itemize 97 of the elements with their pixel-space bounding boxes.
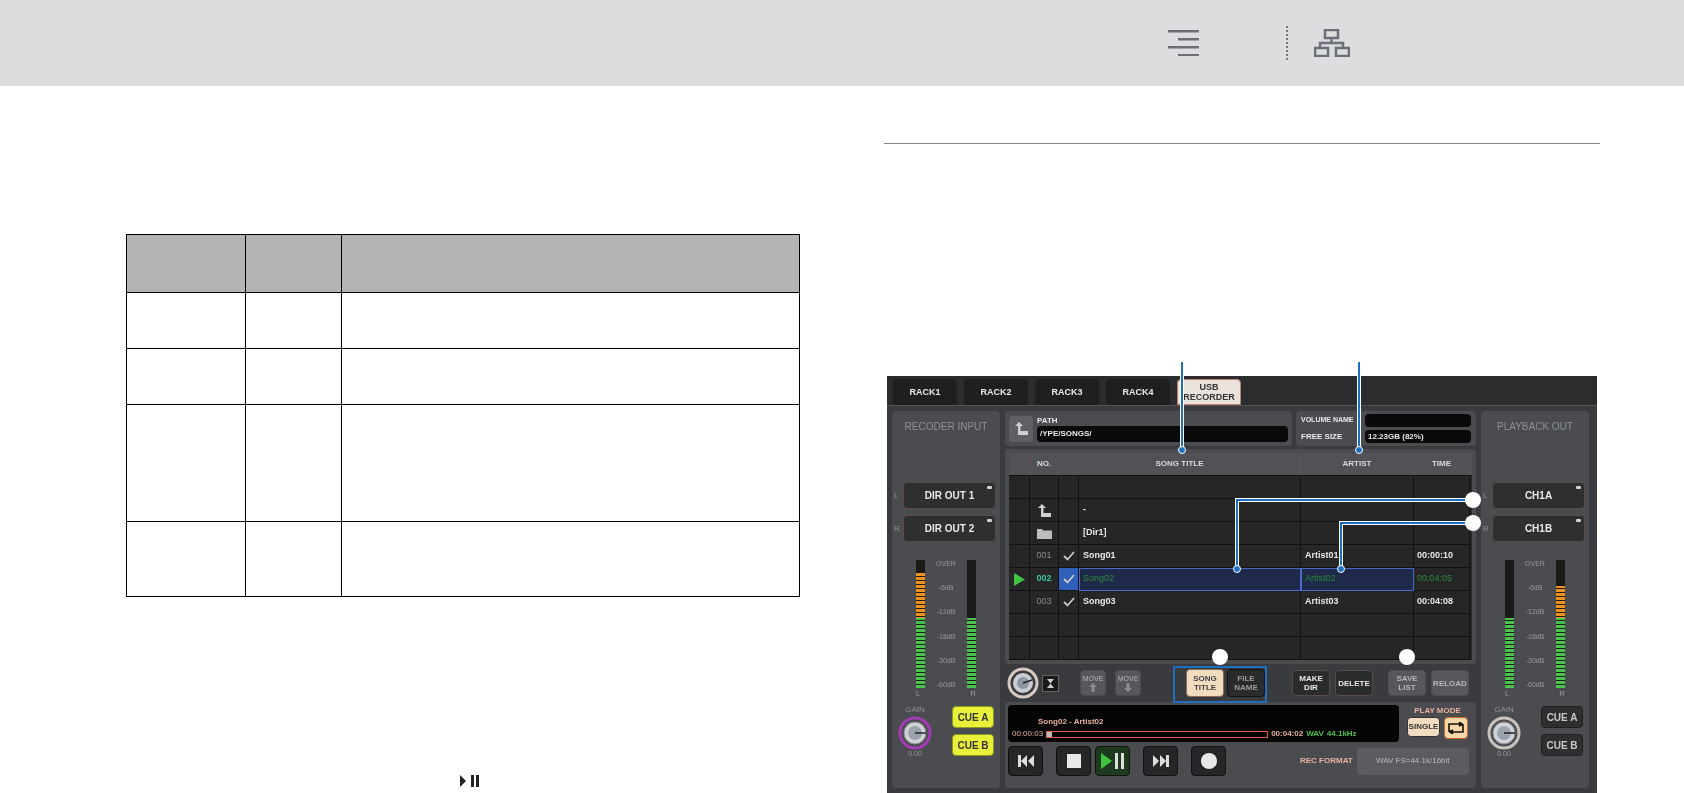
corner-mark-icon	[1576, 519, 1581, 522]
gain-label: GAIN	[1494, 704, 1514, 716]
list-row[interactable]: 001 Song01 Artist01 00:00:10	[1009, 545, 1472, 568]
path-field: /YPE/SONGS/	[1037, 425, 1288, 442]
table-cell: Artist01	[1305, 549, 1339, 563]
list-row[interactable]: [Dir1]	[1009, 522, 1472, 545]
output-button[interactable]: DIR OUT 2	[903, 515, 996, 542]
table-cell: Song02	[1083, 572, 1115, 586]
gain-label: GAIN	[905, 704, 925, 716]
gain-knob[interactable]	[1487, 716, 1521, 750]
transport-button[interactable]	[1143, 746, 1178, 776]
tab[interactable]: USB RECORDER	[1177, 379, 1241, 405]
play-pause-icon	[1100, 753, 1125, 769]
file-format: WAV	[1306, 728, 1324, 740]
list-row[interactable]: 002 Song02 Artist02 00:04:05	[1009, 568, 1472, 591]
table-cell: Artist03	[1305, 595, 1339, 609]
hourglass-button[interactable]	[1042, 674, 1059, 692]
play-mode-label: PLAY MODE	[1414, 705, 1461, 717]
table-cell: 00:04:08	[1417, 595, 1454, 609]
free-size-label: FREE SIZE	[1301, 430, 1344, 443]
up-arrow-icon	[1089, 682, 1097, 692]
column-header[interactable]: NO.	[1030, 453, 1059, 475]
tab[interactable]: RACK2	[964, 379, 1028, 405]
path-label: PATH	[1037, 415, 1059, 426]
free-size-field: 12.23GB (82%)	[1365, 430, 1471, 444]
tab[interactable]: RACK4	[1106, 379, 1170, 405]
transport-button[interactable]	[1191, 746, 1226, 776]
table-cell: 00:00:10	[1417, 549, 1454, 563]
panel-title: RECODER INPUT	[904, 420, 988, 434]
parent-folder-button[interactable]	[1009, 415, 1033, 442]
callout-marker	[1465, 515, 1481, 531]
table-cell: 002	[1036, 572, 1052, 586]
channel-label: R	[1559, 688, 1565, 700]
total-time: 00:04:02	[1271, 728, 1304, 740]
folder-icon	[1036, 527, 1052, 539]
output-button[interactable]: DIR OUT 1	[903, 482, 996, 509]
table-cell: 00:04:05	[1417, 572, 1453, 586]
align-right-icon[interactable]	[1168, 30, 1200, 56]
corner-mark-icon	[987, 519, 992, 522]
transport-button[interactable]	[1095, 746, 1130, 776]
sitemap-icon[interactable]	[1314, 29, 1350, 57]
list-row[interactable]: 003 Song03 Artist03 00:04:08	[1009, 591, 1472, 614]
cue-button[interactable]: CUE A	[952, 706, 994, 728]
checkmark-icon[interactable]	[1062, 574, 1075, 584]
table-cell: [Dir1]	[1083, 526, 1107, 540]
stop-icon	[1066, 754, 1081, 768]
play-indicator-icon	[1013, 572, 1025, 586]
panel-title: PLAYBACK OUT	[1497, 420, 1573, 434]
single-mode-button[interactable]: SINGLE	[1407, 717, 1440, 737]
tab[interactable]: RACK3	[1035, 379, 1099, 405]
channel-label: R	[970, 688, 976, 700]
cue-button[interactable]: CUE B	[952, 734, 994, 756]
callout-marker	[1399, 649, 1415, 665]
action-button[interactable]: MAKE DIR	[1292, 670, 1330, 696]
channel-label: L	[1505, 688, 1510, 700]
sample-rate: 44.1kHz	[1326, 728, 1357, 740]
output-button[interactable]: CH1A	[1492, 482, 1585, 509]
transport-button[interactable]	[1008, 746, 1043, 776]
skip-back-icon	[1017, 755, 1034, 767]
table-cell: 001	[1036, 549, 1052, 563]
table-cell: Song01	[1083, 549, 1116, 563]
gain-knob[interactable]	[898, 716, 932, 750]
callout-marker	[1465, 492, 1481, 508]
up-arrow-icon	[1014, 422, 1028, 435]
transport-button[interactable]	[1056, 746, 1091, 776]
record-icon	[1200, 753, 1217, 769]
list-row[interactable]	[1009, 476, 1472, 499]
song-info: Song02 - Artist02	[1038, 716, 1105, 728]
jog-dial[interactable]	[1007, 667, 1039, 699]
repeat-icon	[1448, 722, 1464, 734]
callout-marker	[1212, 649, 1228, 665]
hourglass-icon	[1047, 678, 1054, 688]
skip-forward-icon	[1152, 755, 1169, 767]
table-cell: 003	[1036, 595, 1052, 609]
cue-button[interactable]: CUE A	[1541, 706, 1583, 728]
table-cell: Song03	[1083, 595, 1116, 609]
rec-format-label: REC FORMAT	[1300, 755, 1353, 767]
corner-mark-icon	[1576, 486, 1581, 489]
repeat-button[interactable]	[1444, 717, 1468, 739]
cue-button[interactable]: CUE B	[1541, 734, 1583, 756]
checkmark-icon[interactable]	[1062, 597, 1075, 607]
play-pause-icon	[460, 775, 480, 787]
name-mode-button[interactable]: FILE NAME	[1227, 669, 1265, 697]
tab[interactable]: RACK1	[893, 379, 957, 405]
action-button[interactable]: DELETE	[1335, 670, 1373, 696]
elapsed-time: 00:00:03	[1012, 728, 1044, 740]
column-header[interactable]: TIME	[1414, 453, 1470, 475]
table-cell: -	[1083, 503, 1086, 517]
name-mode-button[interactable]: SONG TITLE	[1186, 669, 1224, 697]
channel-label: L	[916, 688, 921, 700]
down-arrow-icon	[1124, 682, 1132, 692]
checkmark-icon[interactable]	[1062, 551, 1075, 561]
up-arrow-icon	[1037, 503, 1051, 517]
table-cell: Artist02	[1305, 572, 1336, 586]
output-button[interactable]: CH1B	[1492, 515, 1585, 542]
list-row[interactable]	[1009, 637, 1472, 660]
corner-mark-icon	[987, 486, 992, 489]
